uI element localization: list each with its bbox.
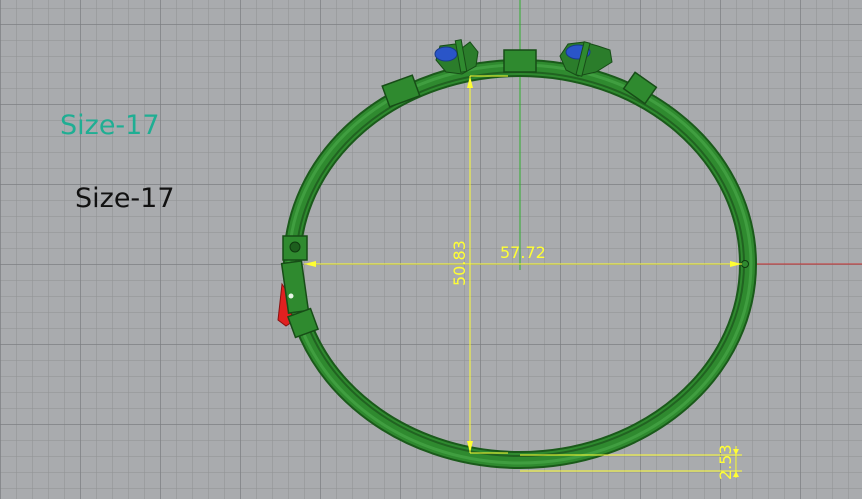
top-setting-left[interactable] <box>434 39 479 75</box>
size-label-primary[interactable]: Size-17 <box>60 110 160 141</box>
top-setting-right[interactable] <box>559 41 613 77</box>
size-label-secondary[interactable]: Size-17 <box>75 183 175 214</box>
top-center-block[interactable] <box>503 49 537 73</box>
right-pivot-point[interactable] <box>741 260 749 268</box>
left-link-block[interactable] <box>381 74 421 108</box>
cad-viewport[interactable]: 57.72 50.83 2.53 Size-17 Size-17 <box>0 0 862 499</box>
hinge-clasp[interactable] <box>277 235 319 339</box>
thickness-dimension-text: 2.53 <box>716 444 735 480</box>
width-dimension-text: 57.72 <box>500 243 546 262</box>
blue-stone-left <box>434 46 458 62</box>
viewport-canvas[interactable]: 57.72 50.83 2.53 <box>0 0 862 499</box>
height-dimension-text: 50.83 <box>450 240 469 286</box>
